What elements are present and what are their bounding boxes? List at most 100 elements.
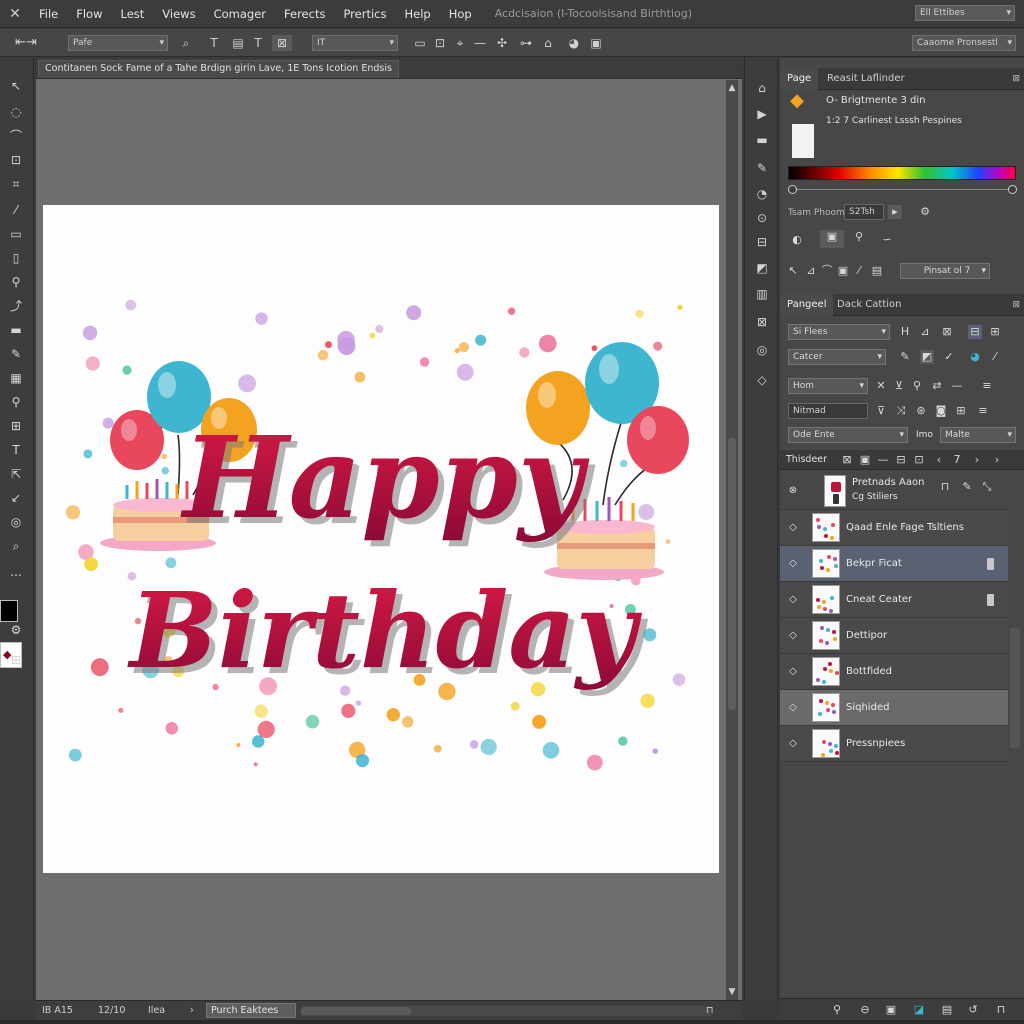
opacity-dropdown[interactable]: Malte — [940, 427, 1016, 443]
color-link-icon[interactable]: ∽ — [880, 233, 894, 247]
size-field[interactable]: IT — [312, 35, 398, 51]
hand-tool-icon[interactable]: ◎ — [4, 512, 28, 532]
line-icon[interactable]: — — [472, 35, 488, 51]
group-link-icon[interactable]: ⤡ — [980, 480, 994, 494]
scroll-up-icon[interactable]: ▲ — [726, 82, 738, 94]
delete-layer-icon[interactable]: ⊓ — [994, 1003, 1008, 1017]
brush-panel-icon[interactable]: ✎ — [751, 158, 773, 178]
status-info-dropdown[interactable]: Purch Eaktees — [206, 1003, 296, 1018]
quick-mask-icon[interactable]: ⚙ — [4, 620, 28, 640]
font-family-dropdown[interactable]: Si Flees — [788, 324, 890, 340]
pen-icon[interactable]: ✎ — [898, 350, 912, 364]
text-tool-icon[interactable]: T — [206, 35, 222, 51]
channels-panel-icon[interactable]: ◎ — [751, 340, 773, 360]
styles-panel-icon[interactable]: ◩ — [751, 258, 773, 278]
menu-views[interactable]: Views — [153, 0, 204, 28]
align-icon[interactable]: ▤ — [230, 35, 246, 51]
camera-icon[interactable]: ◙ — [934, 404, 948, 418]
layer-visibility-eye-icon[interactable]: ◇ — [786, 701, 800, 715]
align-left-icon[interactable]: ⊟ — [968, 325, 982, 339]
align-right-icon[interactable]: ⊞ — [988, 325, 1002, 339]
vertical-scroll-thumb[interactable] — [728, 438, 736, 710]
screen-mode-icon[interactable]: ⊞ — [4, 650, 28, 670]
mask-icon[interactable]: ▣ — [884, 1003, 898, 1017]
shuffle-icon[interactable]: ⤨ — [894, 404, 908, 418]
group-pin-icon[interactable]: ✎ — [960, 480, 974, 494]
phoom-arrow-icon[interactable]: ▸ — [888, 205, 902, 219]
color-slider-left-knob[interactable] — [788, 185, 797, 194]
layer-row[interactable]: ◇ Bekpr Ficat — [780, 546, 1008, 582]
color-slider-right-knob[interactable] — [1008, 185, 1017, 194]
square-small-icon[interactable]: ▣ — [836, 264, 850, 278]
menu-file[interactable]: File — [30, 0, 67, 28]
leading-icon[interactable]: ⊠ — [940, 325, 954, 339]
tab-pangeel[interactable]: Pangeel — [780, 294, 834, 316]
layer-visibility-eye-icon[interactable]: ◇ — [786, 521, 800, 535]
menu-ferects[interactable]: Ferects — [275, 0, 334, 28]
link-icon[interactable]: ▭ — [412, 35, 428, 51]
link-layers-icon[interactable]: ⚲ — [830, 1003, 844, 1017]
layer-row[interactable]: ◇ Cneat Ceater — [780, 582, 1008, 618]
paragraph-icon[interactable]: ≡ — [980, 379, 994, 393]
font-style-dropdown[interactable]: Catcer — [788, 349, 886, 365]
new-group-icon[interactable]: ▤ — [940, 1003, 954, 1017]
phoom-field[interactable]: S2Tsh — [844, 204, 884, 220]
menu-help[interactable]: Help — [395, 0, 439, 28]
tag-icon[interactable]: ⊛ — [914, 404, 928, 418]
globe-icon[interactable]: ◕ — [968, 350, 982, 364]
type-icon[interactable]: T — [250, 35, 266, 51]
adjustment-icon[interactable]: ◪ — [912, 1003, 926, 1017]
lasso-small-icon[interactable]: ⌒ — [820, 264, 834, 278]
canvas[interactable]: Happy Happy Birthday Birthday — [43, 205, 719, 873]
bold-x-icon[interactable]: ✕ — [874, 379, 888, 393]
color-picker-icon[interactable]: ◆ — [790, 92, 804, 110]
notes-panel-icon[interactable]: ◇ — [751, 370, 773, 390]
paths-panel-icon[interactable]: ▥ — [751, 284, 773, 304]
dodge-tool-icon[interactable]: ⚲ — [4, 392, 28, 412]
layer-row[interactable]: ◇ Dettipor — [780, 618, 1008, 654]
subscript-icon[interactable]: ⊻ — [892, 379, 906, 393]
history-panel-icon[interactable]: ⌂ — [751, 78, 773, 98]
status-arrow-icon[interactable]: › — [190, 1004, 194, 1018]
pencil-tool-icon[interactable]: ✎ — [4, 344, 28, 364]
layer-mask-icon[interactable]: ⊟ — [894, 453, 908, 467]
foreground-color-swatch[interactable] — [0, 600, 18, 622]
kerning-icon[interactable]: ⊿ — [918, 325, 932, 339]
strike-icon[interactable]: — — [950, 379, 964, 393]
crop-tool-icon[interactable]: ⌗ — [4, 174, 28, 194]
blend-mode-dropdown[interactable]: Ode Ente — [788, 427, 908, 443]
stamp-tool-icon[interactable]: ⚲ — [4, 272, 28, 292]
document-tab[interactable]: Contitanen Sock Fame of a Tahe Brdign gi… — [38, 60, 399, 78]
underline-icon[interactable]: ⇄ — [930, 379, 944, 393]
eraser-tool-icon[interactable]: ▬ — [4, 320, 28, 340]
adjust-panel-icon[interactable]: ⊟ — [751, 232, 773, 252]
clone-panel-icon[interactable]: ◔ — [751, 184, 773, 204]
menu-flow[interactable]: Flow — [67, 0, 111, 28]
info-panel-icon[interactable]: ⊙ — [751, 208, 773, 228]
warp-icon[interactable]: ⊠ — [272, 35, 292, 51]
eyedropper-tool-icon[interactable]: ⁄ — [4, 200, 28, 220]
marquee-tool-icon[interactable]: ◌ — [4, 102, 28, 122]
vertical-scrollbar[interactable]: ▲ ▼ — [726, 80, 738, 1000]
zoom-tool-icon-left[interactable]: ⌕ — [4, 536, 28, 556]
layer-row[interactable]: ◇ Qaad Enle Fage Tsltiens — [780, 510, 1008, 546]
history-brush-icon[interactable]: ⤴ — [4, 296, 28, 316]
measure-icon[interactable]: ⊶ — [518, 35, 534, 51]
scroll-down-icon[interactable]: ▼ — [726, 986, 738, 998]
trash-small-icon[interactable]: ▤ — [870, 264, 884, 278]
pen-tool-icon[interactable]: ⊞ — [4, 416, 28, 436]
edit-toolbar-icon[interactable]: … — [4, 562, 28, 582]
layer-seven-icon[interactable]: 7 — [950, 453, 964, 467]
layer-group-icon[interactable]: ▣ — [858, 453, 872, 467]
layer-next-icon[interactable]: › — [970, 453, 984, 467]
panel-toggle-icon[interactable]: ▣ — [588, 35, 604, 51]
move-tool-icon[interactable]: ↖ — [4, 76, 28, 96]
pin-small-icon[interactable]: ⊿ — [804, 264, 818, 278]
color-reset-icon[interactable]: ◐ — [790, 233, 804, 247]
menu-hop[interactable]: Hop — [440, 0, 481, 28]
properties-menu-icon[interactable]: ⊠ — [1012, 294, 1020, 316]
actions-panel-icon[interactable]: ▶ — [751, 104, 773, 124]
menu-lest[interactable]: Lest — [112, 0, 154, 28]
home-icon[interactable]: ⌂ — [540, 35, 556, 51]
tab-dack-cattion[interactable]: Dack Cattion — [830, 294, 908, 316]
